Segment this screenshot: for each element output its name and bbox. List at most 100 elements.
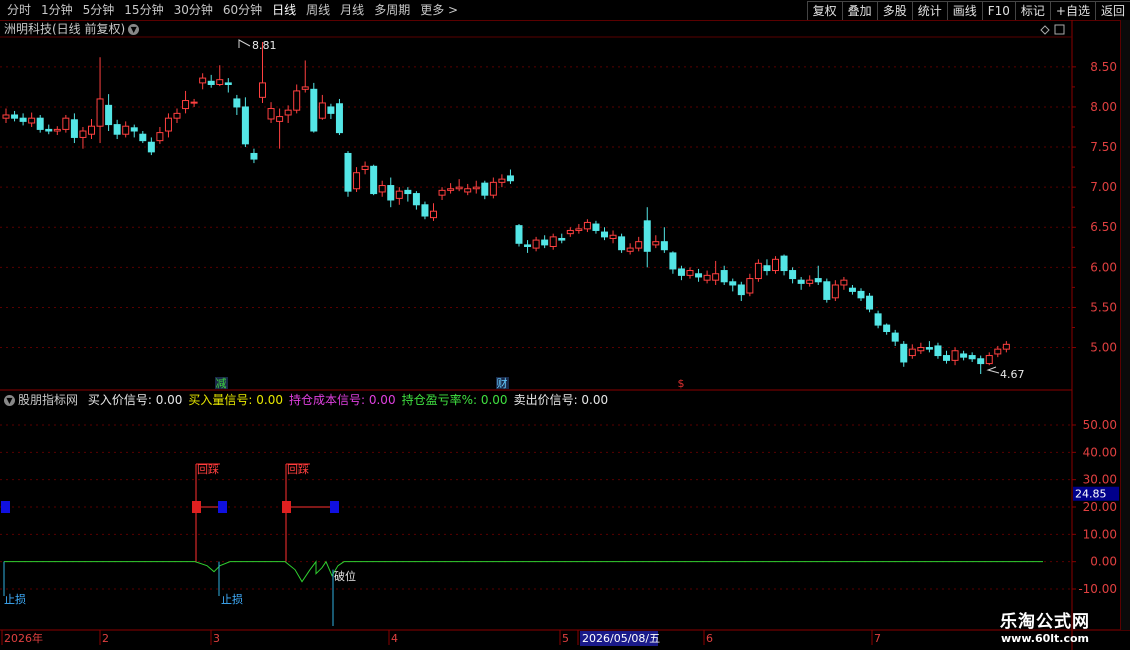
price-tick-label: 6.00 (1090, 260, 1117, 274)
price-tick-label: 7.00 (1090, 180, 1117, 194)
candle-body (472, 186, 480, 190)
candle-body (70, 119, 78, 138)
candle-body (806, 279, 814, 284)
candle-body (558, 237, 566, 241)
date-label: 4 (391, 632, 398, 645)
candle-body (524, 244, 532, 247)
signal-blue-block (330, 501, 339, 513)
candle-body (977, 358, 985, 365)
diamond-icon (1040, 25, 1050, 35)
candle-body (635, 241, 643, 249)
candle-body (669, 252, 677, 270)
date-label: 2026年 (4, 631, 43, 645)
candle-body (960, 353, 968, 358)
candle-body (695, 273, 703, 278)
watermark-title: 乐淘公式网 (1000, 612, 1090, 632)
candle-body (601, 231, 608, 238)
current-value-label: 24.85 (1075, 488, 1107, 501)
candle-body (643, 220, 651, 252)
candle-body (387, 185, 395, 201)
price-tick-label: 8.00 (1090, 100, 1117, 114)
indicator-value: 持仓盈亏率%: 0.00 (401, 393, 508, 407)
candle-body (395, 190, 403, 199)
candle-body (729, 281, 737, 286)
candle-body (498, 178, 506, 183)
right-side-strip[interactable] (1120, 20, 1130, 630)
candle-body (857, 290, 865, 299)
candle-body (310, 88, 318, 132)
candle-body (592, 223, 600, 231)
candle-body (79, 130, 87, 138)
candle-body (575, 228, 583, 231)
candle-body (233, 98, 241, 108)
low-marker-arrow (986, 366, 1000, 374)
candle-body (130, 127, 138, 132)
chevron-down-icon[interactable]: ▼ (4, 395, 15, 406)
candle-body (823, 281, 831, 300)
candle-body (737, 284, 745, 296)
candle-body (45, 128, 53, 132)
candle-body (335, 103, 343, 134)
candle-body (831, 284, 839, 299)
candle-body (344, 152, 352, 192)
indicator-tick-label: 20.00 (1083, 500, 1117, 514)
candle-body (207, 80, 215, 86)
candle-body (925, 347, 933, 350)
event-marker: 财 (497, 376, 508, 390)
signal-blue-block (1, 501, 10, 513)
candle-body (900, 343, 908, 363)
candle-body (968, 355, 976, 360)
signal-red-block (282, 501, 291, 513)
candle-body (677, 268, 685, 276)
candle-body (28, 117, 36, 124)
candle-body (224, 82, 232, 86)
candle-body (250, 152, 258, 160)
candle-body (404, 189, 412, 195)
candle-body (994, 348, 1002, 355)
indicator-tick-label: 40.00 (1083, 445, 1117, 459)
candle-body (267, 108, 275, 120)
low-price-label: 4.67 (1000, 368, 1025, 381)
candle-body (609, 234, 617, 239)
indicator-tick-label: 50.00 (1083, 418, 1117, 432)
candle-body (327, 106, 335, 114)
candle-body (1002, 343, 1010, 350)
candle-body (883, 324, 891, 332)
candle-body (105, 104, 113, 126)
candle-body (908, 348, 916, 357)
candle-body (284, 109, 292, 116)
event-marker: 减 (216, 377, 227, 390)
chart-canvas[interactable]: 8.50 8.00 7.50 7.00 6.50 6.00 5.50 5.00 8.81 4.67… (0, 0, 1130, 650)
price-tick-label: 5.00 (1090, 341, 1117, 355)
candle-body (814, 278, 822, 283)
candle-body (139, 133, 147, 142)
candle-body (754, 262, 762, 280)
pullback-label: 回踩 (197, 463, 219, 476)
candle-body (660, 241, 668, 251)
candle-body (190, 101, 198, 104)
candle-body (720, 270, 728, 283)
candle-body (241, 106, 249, 145)
candle-body (53, 128, 61, 132)
candle-body (96, 98, 104, 127)
candle-body (481, 182, 489, 196)
candle-body (361, 165, 369, 171)
candle-body (62, 117, 70, 130)
candle-body (156, 132, 164, 142)
candle-body (618, 236, 626, 251)
indicator-baseline (4, 560, 1043, 583)
date-label: 6 (706, 632, 713, 645)
date-label: 5 (562, 632, 569, 645)
candle-body (259, 82, 266, 98)
candle-body (985, 355, 993, 365)
candle-body (421, 204, 429, 217)
breakdown-label: 破位 (334, 569, 356, 583)
candle-body (2, 114, 10, 119)
candle-body (378, 185, 386, 193)
candle-body (746, 278, 754, 294)
indicator-tick-label: 0.00 (1090, 555, 1117, 569)
candle-body (489, 181, 497, 196)
candle-body (566, 229, 574, 235)
candle-body (122, 125, 130, 135)
indicator-value: 买入价信号: 0.00 (87, 393, 183, 407)
